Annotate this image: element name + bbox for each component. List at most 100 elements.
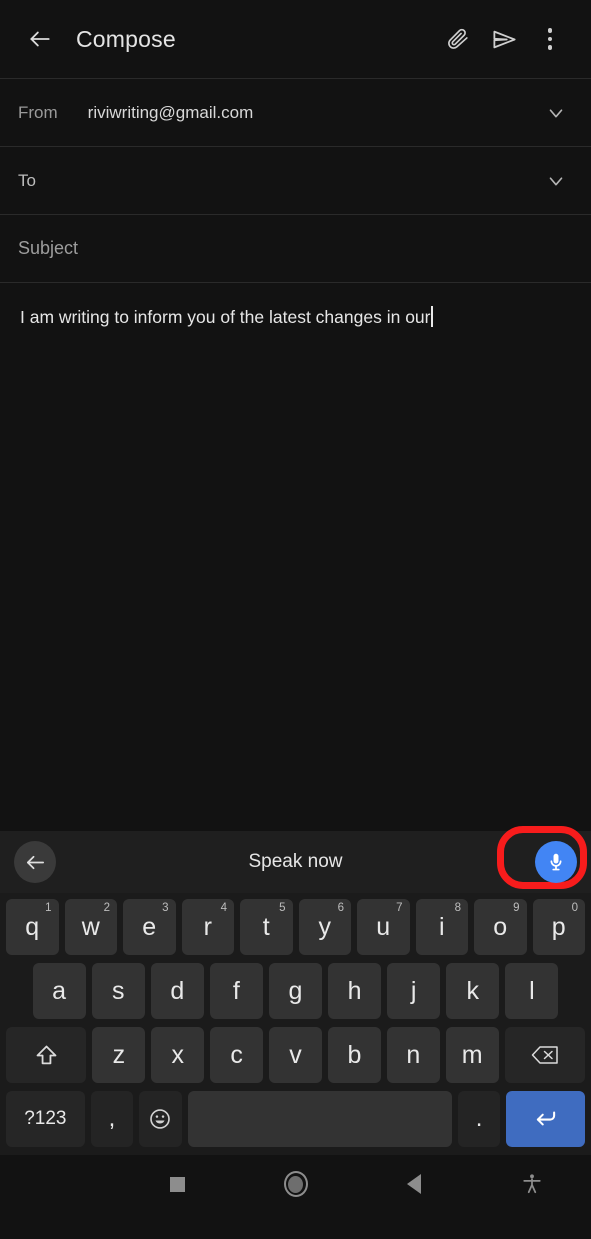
shift-key[interactable]: [6, 1027, 87, 1083]
key-label: b: [347, 1040, 362, 1069]
keyboard-row-2: a s d f g h j k l: [3, 963, 588, 1019]
on-screen-keyboard: 1 q 2 w 3 e 4 r 5 t 6 y 7 u 8 i 9 o 0 p …: [0, 893, 591, 1155]
symbols-key[interactable]: ?123: [6, 1091, 85, 1147]
key-h[interactable]: h: [328, 963, 382, 1019]
circle-home-icon: [283, 1171, 308, 1197]
arrow-left-icon: [26, 855, 44, 869]
key-c[interactable]: c: [210, 1027, 264, 1083]
from-field-row[interactable]: From riviwriting@gmail.com: [0, 78, 591, 146]
key-label: c: [230, 1040, 243, 1069]
key-sup: 3: [162, 902, 169, 914]
keyboard-row-4: ?123 , .: [3, 1091, 588, 1147]
key-sup: 5: [279, 902, 286, 914]
key-r[interactable]: 4 r: [181, 899, 234, 955]
from-value: riviwriting@gmail.com: [87, 102, 254, 122]
subject-field-row[interactable]: Subject: [0, 214, 591, 282]
overflow-menu-button[interactable]: [527, 16, 573, 62]
recents-button[interactable]: [118, 1176, 236, 1192]
key-sup: 4: [220, 902, 227, 914]
voice-input-bar: Speak now: [0, 831, 591, 893]
message-body-input[interactable]: I am writing to inform you of the latest…: [0, 282, 591, 831]
key-e[interactable]: 3 e: [123, 899, 176, 955]
enter-key[interactable]: [506, 1091, 585, 1147]
key-g[interactable]: g: [268, 963, 323, 1019]
key-label: q: [25, 912, 40, 941]
key-o[interactable]: 9 o: [474, 899, 527, 955]
key-label: v: [289, 1040, 302, 1069]
mic-button[interactable]: [535, 841, 577, 883]
key-sup: 6: [337, 902, 344, 914]
to-expand-button[interactable]: [539, 164, 573, 198]
key-d[interactable]: d: [150, 963, 204, 1019]
key-i[interactable]: 8 i: [415, 899, 468, 955]
backspace-key[interactable]: [504, 1027, 586, 1083]
key-label: .: [475, 1105, 483, 1132]
key-n[interactable]: n: [386, 1027, 440, 1083]
key-sup: 0: [571, 902, 578, 914]
space-key[interactable]: [187, 1091, 452, 1147]
key-label: t: [262, 912, 270, 941]
send-button[interactable]: [481, 16, 527, 62]
key-label: l: [529, 976, 535, 1005]
key-b[interactable]: b: [327, 1027, 381, 1083]
key-label: h: [347, 976, 362, 1005]
key-label: s: [111, 976, 125, 1005]
key-label: a: [52, 976, 67, 1005]
from-expand-button[interactable]: [539, 96, 573, 130]
emoji-key[interactable]: [139, 1091, 182, 1147]
microphone-icon: [550, 853, 562, 871]
key-label: o: [493, 912, 508, 941]
system-navigation-bar: [0, 1155, 591, 1213]
triangle-back-icon: [406, 1174, 421, 1194]
enter-key-icon: [536, 1111, 555, 1126]
key-sup: 9: [513, 902, 520, 914]
key-label: m: [461, 1040, 483, 1069]
key-u[interactable]: 7 u: [357, 899, 410, 955]
key-v[interactable]: v: [269, 1027, 322, 1083]
key-label: z: [112, 1040, 126, 1069]
subject-label: Subject: [18, 238, 79, 258]
key-f[interactable]: f: [209, 963, 263, 1019]
period-key[interactable]: .: [457, 1091, 501, 1147]
key-label: r: [203, 912, 212, 941]
key-label: p: [551, 912, 566, 941]
key-sup: 8: [454, 902, 461, 914]
key-label: y: [318, 912, 332, 941]
text-caret: [431, 306, 434, 327]
key-sup: 7: [396, 902, 403, 914]
attach-button[interactable]: [435, 16, 481, 62]
key-s[interactable]: s: [91, 963, 145, 1019]
key-j[interactable]: j: [387, 963, 441, 1019]
accessibility-button[interactable]: [473, 1172, 591, 1196]
shift-icon: [36, 1045, 57, 1064]
key-label: n: [406, 1040, 421, 1069]
back-button[interactable]: [18, 17, 62, 61]
key-x[interactable]: x: [151, 1027, 205, 1083]
key-l[interactable]: l: [505, 963, 559, 1019]
accessibility-icon: [523, 1174, 541, 1194]
key-y[interactable]: 6 y: [298, 899, 351, 955]
key-p[interactable]: 0 p: [532, 899, 585, 955]
keyboard-row-1: 1 q 2 w 3 e 4 r 5 t 6 y 7 u 8 i 9 o 0 p: [3, 899, 588, 955]
from-label: From: [18, 102, 58, 122]
key-t[interactable]: 5 t: [240, 899, 293, 955]
page-title: Compose: [76, 25, 176, 52]
voice-back-button[interactable]: [14, 841, 56, 883]
comma-key[interactable]: ,: [90, 1091, 134, 1147]
key-z[interactable]: z: [92, 1027, 146, 1083]
key-k[interactable]: k: [446, 963, 500, 1019]
home-button[interactable]: [236, 1171, 354, 1197]
key-label: d: [170, 976, 185, 1005]
key-m[interactable]: m: [445, 1027, 499, 1083]
mic-button-wrapper: [535, 841, 577, 883]
key-q[interactable]: 1 q: [6, 899, 59, 955]
key-w[interactable]: 2 w: [64, 899, 117, 955]
key-label: f: [232, 976, 240, 1005]
paperclip-icon: [447, 28, 468, 49]
key-sup: 2: [103, 902, 110, 914]
to-field-row[interactable]: To: [0, 146, 591, 214]
nav-back-button[interactable]: [355, 1174, 473, 1194]
key-label: e: [142, 912, 157, 941]
key-a[interactable]: a: [32, 963, 86, 1019]
send-icon: [492, 30, 516, 48]
